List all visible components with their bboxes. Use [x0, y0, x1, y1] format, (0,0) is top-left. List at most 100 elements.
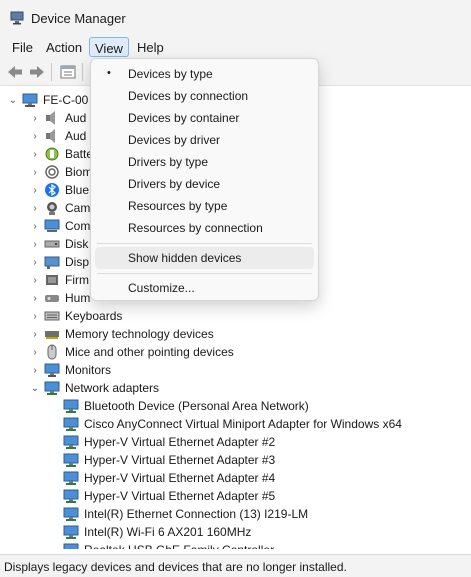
monitor-icon — [44, 363, 60, 377]
tree-category[interactable]: Keyboards — [44, 307, 122, 325]
tree-item-label: Hyper-V Virtual Ethernet Adapter #5 — [84, 489, 276, 503]
network-adapter-item[interactable]: Intel(R) Ethernet Connection (13) I219-L… — [63, 505, 308, 523]
menu-item-view-option[interactable]: Resources by type — [95, 195, 314, 217]
network-adapter-icon — [63, 399, 79, 413]
menu-help[interactable]: Help — [132, 37, 169, 57]
tree-item-label: Blue — [65, 183, 90, 197]
menu-action[interactable]: Action — [41, 37, 87, 57]
menu-item-view-option[interactable]: • Devices by type — [95, 63, 314, 85]
tree-category[interactable]: Hum — [44, 289, 90, 307]
network-adapter-item[interactable]: Hyper-V Virtual Ethernet Adapter #2 — [63, 433, 275, 451]
menu-item-show-hidden-devices[interactable]: Show hidden devices — [95, 247, 314, 269]
tree-category[interactable]: Cam — [44, 199, 90, 217]
network-adapter-item[interactable]: Hyper-V Virtual Ethernet Adapter #4 — [63, 469, 275, 487]
menu-item-view-option[interactable]: Devices by driver — [95, 129, 314, 151]
network-adapter-icon — [63, 489, 79, 503]
forward-button[interactable] — [27, 63, 47, 81]
properties-button[interactable] — [58, 63, 78, 81]
tree-item-label: Hum — [65, 291, 91, 305]
tree-root[interactable]: FE-C-00 — [22, 91, 88, 109]
tree-item-label: Cam — [65, 201, 91, 215]
network-adapter-icon — [44, 381, 60, 395]
network-adapter-item[interactable]: Hyper-V Virtual Ethernet Adapter #5 — [63, 487, 275, 505]
menu-item-label: Drivers by device — [128, 177, 221, 191]
menu-bar: File Action View Help — [0, 36, 471, 58]
tree-item-label: Disk — [65, 237, 89, 251]
chevron-right-icon[interactable]: › — [30, 361, 40, 379]
tree-item-label: Network adapters — [65, 381, 160, 395]
camera-icon — [47, 202, 57, 215]
chevron-right-icon[interactable]: › — [30, 217, 40, 235]
battery-icon — [45, 147, 59, 161]
menu-view[interactable]: View — [89, 37, 129, 57]
tree-category[interactable]: Batte — [44, 145, 93, 163]
tree-item-label: Keyboards — [65, 309, 123, 323]
network-adapter-item[interactable]: Hyper-V Virtual Ethernet Adapter #3 — [63, 451, 275, 469]
menu-file[interactable]: File — [7, 37, 38, 57]
chevron-right-icon[interactable]: › — [30, 145, 40, 163]
computer-name: FE-C-00 — [43, 93, 89, 107]
tree-category[interactable]: Biom — [44, 163, 92, 181]
menu-item-label: Resources by connection — [128, 221, 263, 235]
chevron-right-icon[interactable]: › — [30, 199, 40, 217]
firmware-icon — [46, 275, 58, 285]
tree-item-label: Cisco AnyConnect Virtual Miniport Adapte… — [84, 417, 402, 431]
tree-item-label: Intel(R) Wi-Fi 6 AX201 160MHz — [84, 525, 252, 539]
menu-item-label: Devices by type — [128, 67, 213, 81]
tree-category[interactable]: Monitors — [44, 361, 111, 379]
forward-arrow-icon — [30, 66, 44, 78]
chevron-right-icon[interactable]: › — [30, 325, 40, 343]
tree-category[interactable]: Aud — [44, 109, 86, 127]
tree-category[interactable]: Aud — [44, 127, 86, 145]
network-adapter-item[interactable]: Cisco AnyConnect Virtual Miniport Adapte… — [63, 415, 402, 433]
window-title: Device Manager — [31, 11, 126, 26]
menu-item-view-option[interactable]: Devices by container — [95, 107, 314, 129]
back-arrow-icon — [8, 66, 22, 78]
menu-separator — [97, 243, 312, 244]
menu-item-label: Devices by container — [128, 111, 240, 125]
computer-icon — [22, 93, 38, 107]
menu-item-view-option[interactable]: Drivers by device — [95, 173, 314, 195]
menu-item-label: Drivers by type — [128, 155, 209, 169]
chevron-right-icon[interactable]: › — [30, 271, 40, 289]
speaker-icon — [46, 111, 55, 125]
menu-item-customize[interactable]: Customize... — [95, 277, 314, 299]
menu-item-view-option[interactable]: Drivers by type — [95, 151, 314, 173]
chevron-right-icon[interactable]: › — [30, 307, 40, 325]
chevron-down-icon[interactable]: ⌄ — [30, 379, 40, 397]
tree-category[interactable]: Disp — [44, 253, 89, 271]
chevron-right-icon[interactable]: › — [30, 343, 40, 361]
chevron-right-icon[interactable]: › — [30, 181, 40, 199]
chevron-right-icon[interactable]: › — [30, 235, 40, 253]
back-button[interactable] — [5, 63, 25, 81]
chevron-right-icon[interactable]: › — [30, 253, 40, 271]
tree-item-label: Batte — [65, 147, 94, 161]
tree-category[interactable]: Com — [44, 217, 90, 235]
computer-icon — [44, 219, 60, 232]
tree-category[interactable]: Firm — [44, 271, 89, 289]
network-adapter-item[interactable]: Intel(R) Wi-Fi 6 AX201 160MHz — [63, 523, 251, 541]
chevron-right-icon[interactable]: › — [30, 163, 40, 181]
network-adapter-item[interactable]: Realtek USB GbE Family Controller — [63, 541, 274, 549]
tree-category[interactable]: Blue — [44, 181, 89, 199]
network-adapter-item[interactable]: Bluetooth Device (Personal Area Network) — [63, 397, 309, 415]
tree-category[interactable]: Network adapters — [44, 379, 159, 397]
tree-item-label: Biom — [65, 165, 93, 179]
tree-category[interactable]: Memory technology devices — [44, 325, 214, 343]
tree-item-label: Bluetooth Device (Personal Area Network) — [84, 399, 309, 413]
menu-item-view-option[interactable]: Resources by connection — [95, 217, 314, 239]
network-adapter-icon — [63, 543, 79, 549]
properties-sheet-icon — [60, 65, 76, 79]
tree-category[interactable]: Disk — [44, 235, 88, 253]
chevron-right-icon[interactable]: › — [30, 127, 40, 145]
tree-item-label: Firm — [65, 273, 89, 287]
chevron-right-icon[interactable]: › — [30, 289, 40, 307]
chevron-down-icon[interactable]: ⌄ — [8, 91, 18, 109]
menu-item-label: Devices by driver — [128, 133, 221, 147]
mouse-icon — [47, 344, 57, 360]
disk-drive-icon — [44, 240, 60, 248]
tree-category[interactable]: Mice and other pointing devices — [44, 343, 234, 361]
menu-item-view-option[interactable]: Devices by connection — [95, 85, 314, 107]
menu-item-label: Resources by type — [128, 199, 228, 213]
chevron-right-icon[interactable]: › — [30, 109, 40, 127]
